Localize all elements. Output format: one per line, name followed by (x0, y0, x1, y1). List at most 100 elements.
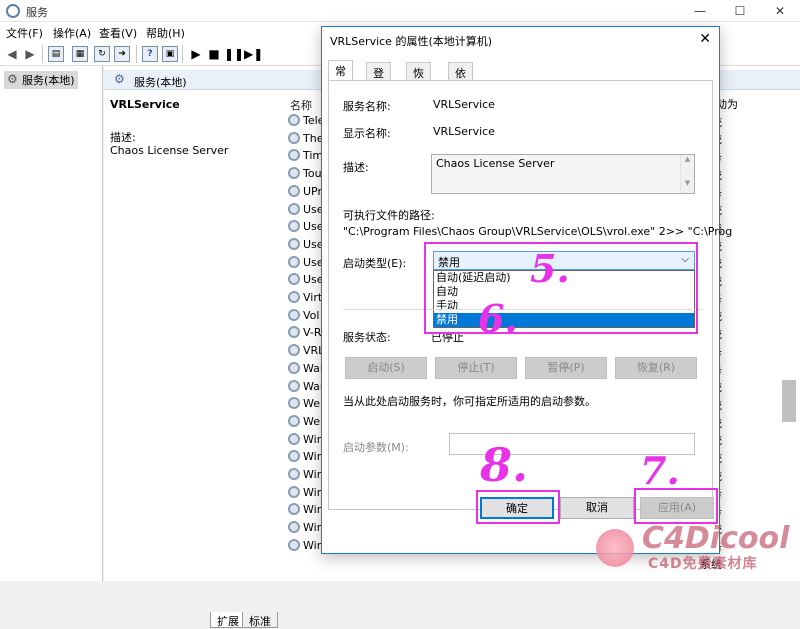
dialog-titlebar: VRLService 的属性(本地计算机) ✕ (322, 27, 719, 52)
service-gear-icon (288, 344, 300, 357)
export-icon[interactable]: ➜ (114, 46, 130, 62)
window-titlebar: 服务 — ☐ ✕ (0, 0, 800, 22)
watermark-logo-text: C4Dicool (642, 521, 790, 556)
table-row[interactable]: Use (288, 202, 324, 221)
pause-button[interactable]: 暂停(P) (525, 357, 607, 379)
tab-recovery[interactable]: 恢复 (406, 62, 431, 96)
table-row[interactable]: The (288, 131, 323, 150)
tree-item-label: 服务(本地) (22, 74, 75, 87)
tree-item-services-local[interactable]: ⚙ 服务(本地) (4, 71, 78, 89)
vertical-scrollbar-thumb[interactable] (782, 380, 796, 422)
table-row[interactable]: War (288, 379, 324, 398)
menu-action[interactable]: 操作(A) (53, 25, 91, 41)
pane-header-label: 服务(本地) (134, 76, 187, 89)
tab-dependencies[interactable]: 依存关系 (448, 62, 473, 128)
service-status-label: 服务状态: (343, 331, 391, 344)
service-gear-icon (288, 538, 300, 551)
service-gear-icon (288, 149, 300, 162)
service-gear-icon (288, 397, 300, 410)
menu-view[interactable]: 查看(V) (99, 25, 137, 41)
service-gear-icon (288, 184, 300, 197)
view-icon[interactable]: ▣ (162, 46, 178, 62)
tab-logon[interactable]: 登录 (366, 62, 391, 96)
description-label: 描述: (110, 131, 136, 144)
table-row[interactable]: Vol (288, 308, 319, 327)
start-button[interactable]: 启动(S) (345, 357, 427, 379)
service-gear-icon (288, 521, 300, 534)
service-gear-icon (288, 237, 300, 250)
table-row[interactable]: Wel (288, 414, 323, 433)
service-gear-icon (288, 326, 300, 339)
service-name-value: VRLService (433, 98, 495, 111)
annotation-box-ok (476, 490, 560, 524)
service-name-cell: Virt (303, 291, 323, 304)
stop-button[interactable]: 停止(T) (435, 357, 517, 379)
table-row[interactable]: Win (288, 432, 324, 451)
table-row[interactable]: Win (288, 503, 324, 521)
service-gear-icon (288, 273, 300, 286)
description-scrollbar[interactable]: ▲ ▼ (680, 155, 694, 193)
restart-service-icon[interactable]: ▶❚ (244, 46, 263, 62)
table-row[interactable]: Win (288, 450, 324, 468)
exe-path-label: 可执行文件的路径: (343, 209, 435, 222)
service-gear-icon (288, 202, 300, 215)
description-textbox[interactable]: Chaos License Server ▲ ▼ (431, 154, 695, 194)
table-row[interactable]: Use (288, 220, 324, 238)
tab-general[interactable]: 常规 (328, 60, 353, 94)
start-params-hint: 当从此处启动服务时，你可指定所适用的启动参数。 (343, 395, 596, 408)
pause-service-icon[interactable]: ❚❚ (224, 46, 244, 62)
menu-file[interactable]: 文件(F) (6, 25, 43, 41)
gear-icon: ⚙ (114, 72, 125, 86)
properties-icon[interactable]: ▦ (72, 46, 88, 62)
service-name-label: 服务名称: (343, 100, 391, 113)
tab-extended[interactable]: 扩展 (210, 612, 246, 628)
view-tabs: 扩展 标准 (208, 611, 800, 629)
table-row[interactable]: VRL (288, 344, 324, 362)
selected-service-name: VRLService (110, 98, 180, 111)
table-row[interactable]: UPn (288, 184, 324, 203)
resume-button[interactable]: 恢复(R) (615, 357, 697, 379)
start-service-icon[interactable]: ▶ (188, 46, 204, 62)
service-name-cell: Wal (303, 361, 323, 375)
service-gear-icon (288, 485, 300, 498)
exe-path-value: "C:\Program Files\Chaos Group\VRLService… (343, 225, 733, 238)
back-icon[interactable]: ◀ (4, 46, 20, 62)
menu-help[interactable]: 帮助(H) (146, 25, 185, 41)
table-row[interactable]: Win (288, 468, 324, 486)
table-row[interactable]: Wel (288, 397, 323, 415)
table-row[interactable]: Virt (288, 291, 322, 309)
toolbar-separator (42, 45, 43, 63)
service-gear-icon (288, 255, 300, 268)
console-tree: ⚙ 服务(本地) (0, 66, 103, 581)
service-gear-icon (288, 131, 300, 144)
display-name-value: VRLService (433, 125, 495, 138)
table-row[interactable]: Use (288, 273, 324, 291)
table-row[interactable]: Tou (288, 167, 322, 185)
table-row[interactable]: Tele (288, 114, 324, 132)
minimize-button[interactable]: — (690, 2, 710, 20)
table-row[interactable]: Use (288, 255, 324, 274)
table-row[interactable]: Wal (288, 361, 323, 380)
dialog-close-icon[interactable]: ✕ (699, 31, 711, 47)
start-params-label: 启动参数(M): (343, 441, 409, 454)
service-gear-icon (288, 503, 300, 516)
table-row[interactable]: Use (288, 237, 324, 256)
table-row[interactable]: Tim (288, 149, 323, 167)
forward-icon[interactable]: ▶ (22, 46, 38, 62)
service-gear-icon (288, 379, 300, 392)
service-gear-icon (288, 361, 300, 374)
maximize-button[interactable]: ☐ (730, 2, 750, 20)
console-tree-icon[interactable]: ▤ (48, 46, 64, 62)
close-button[interactable]: ✕ (770, 2, 790, 20)
help-icon[interactable]: ? (142, 46, 158, 62)
refresh-icon[interactable]: ↻ (94, 46, 110, 62)
watermark-logo-icon (596, 529, 634, 567)
stop-service-icon[interactable]: ■ (206, 46, 222, 62)
column-header-name[interactable]: 名称 (290, 97, 312, 113)
tab-standard[interactable]: 标准 (242, 612, 278, 628)
service-gear-icon (288, 167, 300, 180)
table-row[interactable]: Win (288, 485, 324, 504)
window-title: 服务 (26, 6, 48, 19)
services-app-icon (6, 4, 20, 18)
table-row[interactable]: V-R (288, 326, 322, 344)
